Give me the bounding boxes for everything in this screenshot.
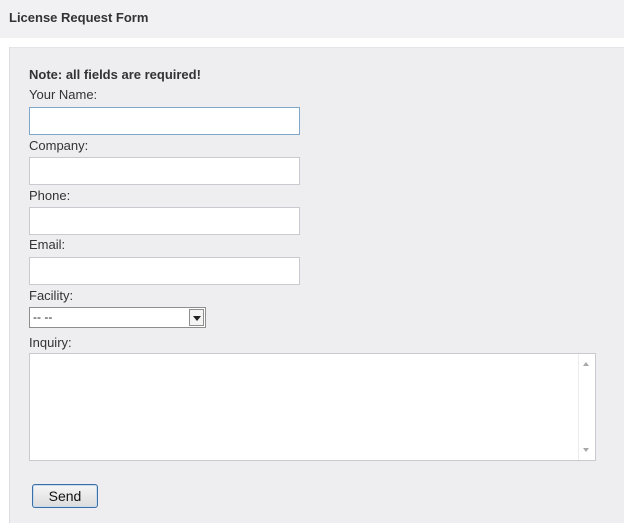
name-label: Your Name:: [29, 87, 98, 102]
inquiry-label: Inquiry:: [29, 335, 72, 350]
license-request-page: License Request Form Note: all fields ar…: [0, 0, 624, 523]
page-header: License Request Form: [0, 0, 624, 38]
inquiry-scrollbar[interactable]: [578, 354, 595, 460]
scroll-down-arrow-icon[interactable]: [583, 448, 589, 452]
facility-selected-value: -- --: [33, 310, 53, 324]
phone-label: Phone:: [29, 188, 71, 203]
name-field[interactable]: [29, 107, 300, 135]
scroll-up-arrow-icon[interactable]: [583, 362, 589, 366]
required-note: Note: all fields are required!: [29, 67, 201, 82]
send-button[interactable]: Send: [32, 484, 98, 508]
facility-label: Facility:: [29, 288, 74, 303]
phone-field[interactable]: [29, 207, 300, 235]
email-field[interactable]: [29, 257, 300, 285]
page-title: License Request Form: [9, 10, 149, 25]
company-field[interactable]: [29, 157, 300, 185]
inquiry-textarea[interactable]: [29, 353, 596, 461]
chevron-down-icon[interactable]: [189, 309, 204, 326]
facility-select[interactable]: -- --: [29, 307, 206, 328]
email-label: Email:: [29, 237, 66, 252]
company-label: Company:: [29, 138, 89, 153]
form-panel: Note: all fields are required! Your Name…: [9, 47, 624, 523]
